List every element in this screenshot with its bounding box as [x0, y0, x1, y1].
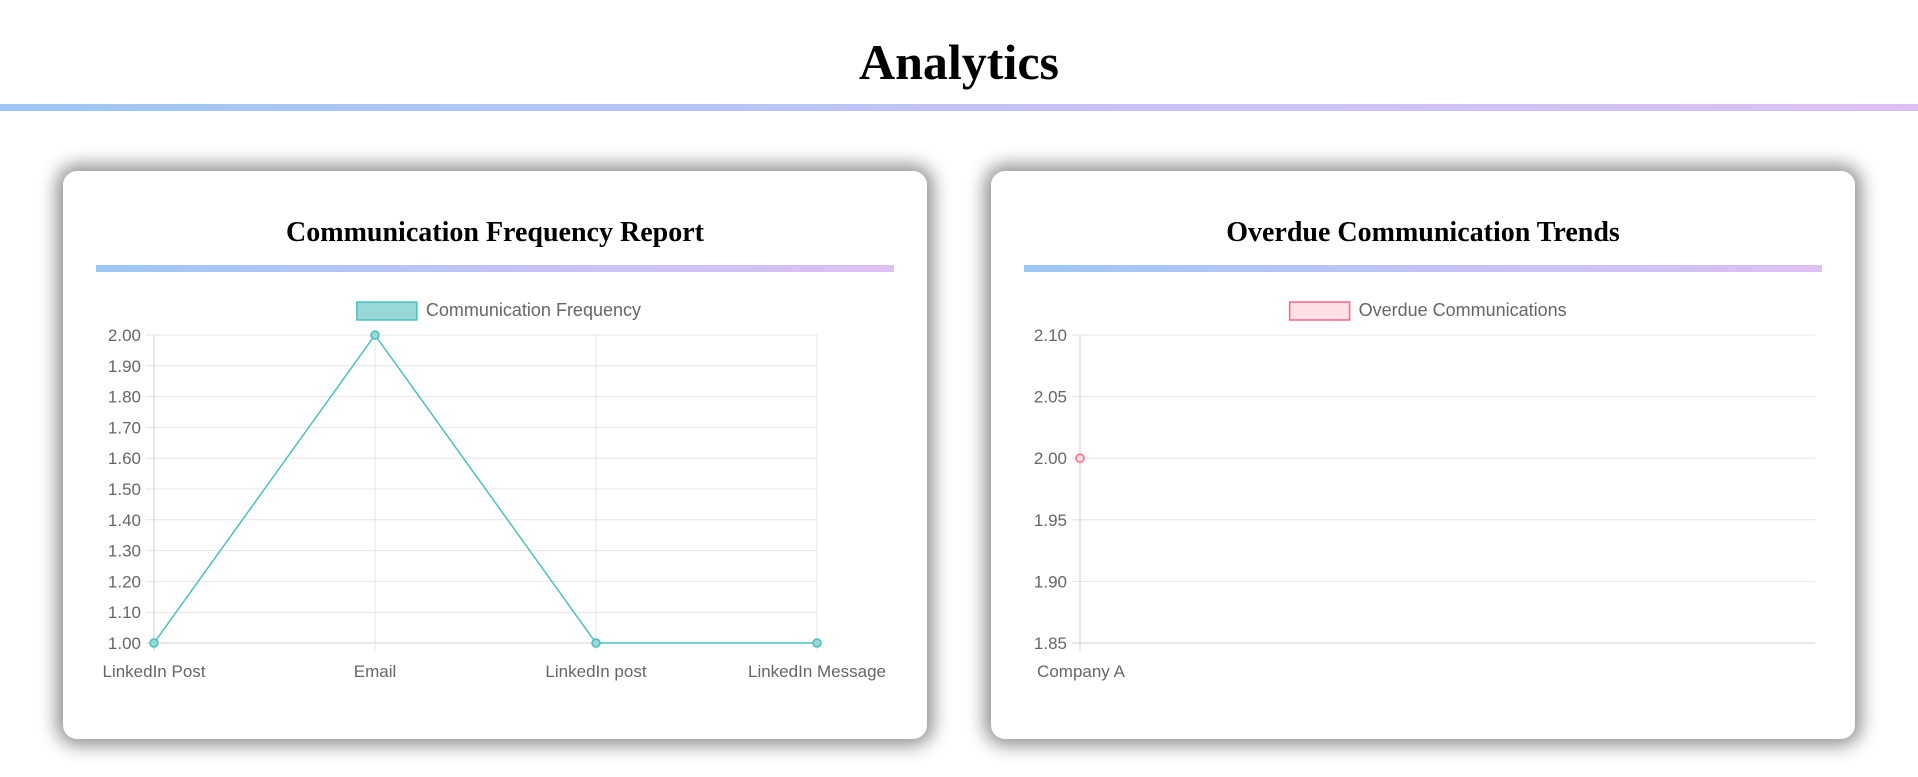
- y-tick-label: 1.30: [108, 542, 141, 561]
- data-point: [149, 638, 159, 648]
- data-point: [1075, 453, 1085, 463]
- y-tick-label: 1.90: [1034, 572, 1067, 591]
- y-tick-label: 1.50: [108, 480, 141, 499]
- y-tick-label: 1.70: [108, 418, 141, 437]
- communication-frequency-card: Communication Frequency Report Communica…: [63, 171, 927, 739]
- y-tick-label: 1.40: [108, 511, 141, 530]
- x-tick-label: Email: [354, 662, 397, 681]
- overdue-trends-chart: Overdue Communications 2.10 2.05 2.00 1.95 1.…: [1034, 300, 1815, 681]
- data-point: [591, 638, 601, 648]
- y-tick-label: 1.20: [108, 572, 141, 591]
- legend-swatch: [1288, 301, 1351, 321]
- y-tick-label: 2.00: [1034, 449, 1067, 468]
- overdue-trends-card: Overdue Communication Trends Overdue Com…: [991, 171, 1855, 739]
- y-tick-label: 1.95: [1034, 511, 1067, 530]
- page-title: Analytics: [859, 34, 1059, 90]
- communication-frequency-chart: Communication Frequency 2.00 1.90 1.80 1.70 1…: [102, 300, 886, 681]
- title-divider: [0, 104, 1918, 111]
- x-tick-label: LinkedIn post: [545, 662, 646, 681]
- legend-label: Communication Frequency: [426, 300, 641, 320]
- x-tick-label: LinkedIn Message: [748, 662, 886, 681]
- legend-swatch: [356, 301, 418, 321]
- y-tick-label: 2.05: [1034, 388, 1067, 407]
- y-tick-label: 1.90: [108, 357, 141, 376]
- y-tick-label: 2.10: [1034, 326, 1067, 345]
- y-tick-label: 2.00: [108, 326, 141, 345]
- legend-label: Overdue Communications: [1359, 300, 1567, 320]
- x-tick-label: LinkedIn Post: [102, 662, 205, 681]
- y-tick-label: 1.85: [1034, 634, 1067, 653]
- y-tick-label: 1.10: [108, 603, 141, 622]
- data-point: [370, 330, 380, 340]
- y-tick-label: 1.80: [108, 388, 141, 407]
- data-point: [812, 638, 822, 648]
- y-tick-label: 1.00: [108, 634, 141, 653]
- x-tick-label: Company A: [1037, 662, 1126, 681]
- y-tick-label: 1.60: [108, 449, 141, 468]
